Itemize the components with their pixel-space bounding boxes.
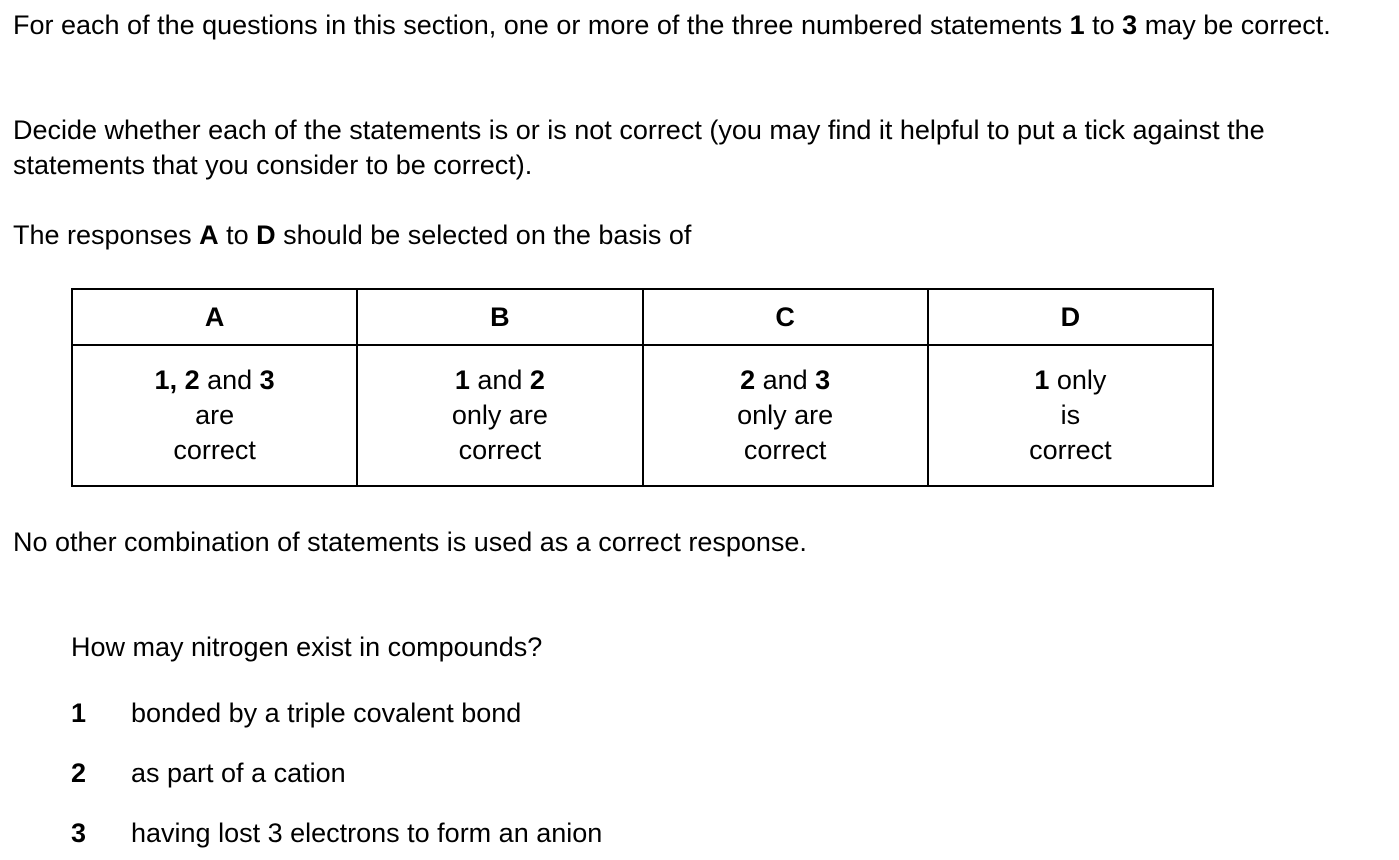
response-header-d: D	[926, 288, 1215, 346]
response-header-b: B	[356, 288, 644, 346]
response-cell-c: 2 and 3 only are correct	[641, 344, 929, 487]
statement-number: 3	[71, 818, 87, 848]
response-header-a: A	[70, 288, 359, 346]
response-line-1: 1 and 2	[358, 363, 641, 398]
statement-numbers: 1	[1034, 365, 1050, 395]
response-line-3: correct	[743, 435, 827, 465]
statement-1: 1 bonded by a triple covalent bond	[71, 696, 971, 731]
instruction-paragraph-3: The responses A to D should be selected …	[13, 218, 1393, 253]
exam-page: For each of the questions in this sectio…	[0, 0, 1399, 860]
instruction-text: may be correct.	[1137, 10, 1331, 40]
instruction-paragraph-1: For each of the questions in this sectio…	[13, 8, 1393, 43]
response-key-table: A B C D 1, 2 and 3 are correct 1 and 2 o…	[70, 288, 1215, 487]
response-header-row: A B C D	[70, 288, 1215, 346]
connector-text: and	[755, 365, 816, 395]
statement-text: having lost 3 electrons to form an anion	[131, 818, 603, 848]
response-definition-row: 1, 2 and 3 are correct 1 and 2 only are …	[70, 344, 1215, 487]
question-text: How may nitrogen exist in compounds?	[71, 632, 543, 662]
response-cell-d: 1 only is correct	[926, 344, 1215, 487]
response-letter-bold: A	[199, 220, 219, 250]
statement-number-bold: 1	[1069, 10, 1085, 40]
statement-number: 1	[71, 698, 87, 728]
instruction-text: to	[218, 220, 257, 250]
instruction-text: should be selected on the basis of	[275, 220, 692, 250]
response-line-2: only are	[737, 400, 834, 430]
statement-3: 3 having lost 3 electrons to form an anio…	[71, 816, 971, 851]
statement-numbers: 2	[740, 365, 756, 395]
response-line-2: are	[195, 400, 235, 430]
statement-2: 2 as part of a cation	[71, 756, 971, 791]
connector-text: and	[469, 365, 530, 395]
statement-numbers: 3	[815, 365, 831, 395]
statement-numbers: 1	[454, 365, 470, 395]
instruction-text: For each of the questions in this sectio…	[13, 10, 1070, 40]
connector-text: and	[199, 365, 260, 395]
response-letter-bold: D	[256, 220, 276, 250]
response-line-2: is	[1060, 400, 1081, 430]
response-cell-b: 1 and 2 only are correct	[356, 344, 644, 487]
statement-text: as part of a cation	[131, 758, 346, 788]
statement-number-bold: 3	[1122, 10, 1138, 40]
instruction-paragraph-4: No other combination of statements is us…	[13, 527, 807, 557]
statement-number: 2	[71, 758, 87, 788]
statement-text: bonded by a triple covalent bond	[131, 698, 522, 728]
statement-numbers: 1, 2	[154, 365, 200, 395]
statement-numbers: 2	[529, 365, 545, 395]
response-line-3: correct	[458, 435, 542, 465]
response-line-3: correct	[1029, 435, 1112, 465]
connector-text: only	[1049, 365, 1107, 395]
statement-numbers: 3	[259, 365, 275, 395]
response-line-1: 2 and 3	[644, 363, 927, 398]
response-header-c: C	[641, 288, 929, 346]
response-line-1: 1, 2 and 3	[73, 363, 356, 398]
response-cell-a: 1, 2 and 3 are correct	[70, 344, 359, 487]
response-line-1: 1 only	[929, 363, 1212, 398]
instruction-paragraph-2: Decide whether each of the statements is…	[13, 115, 1265, 180]
instruction-text: The responses	[13, 220, 200, 250]
response-line-2: only are	[451, 400, 548, 430]
response-line-3: correct	[173, 435, 256, 465]
instruction-text: to	[1084, 10, 1123, 40]
